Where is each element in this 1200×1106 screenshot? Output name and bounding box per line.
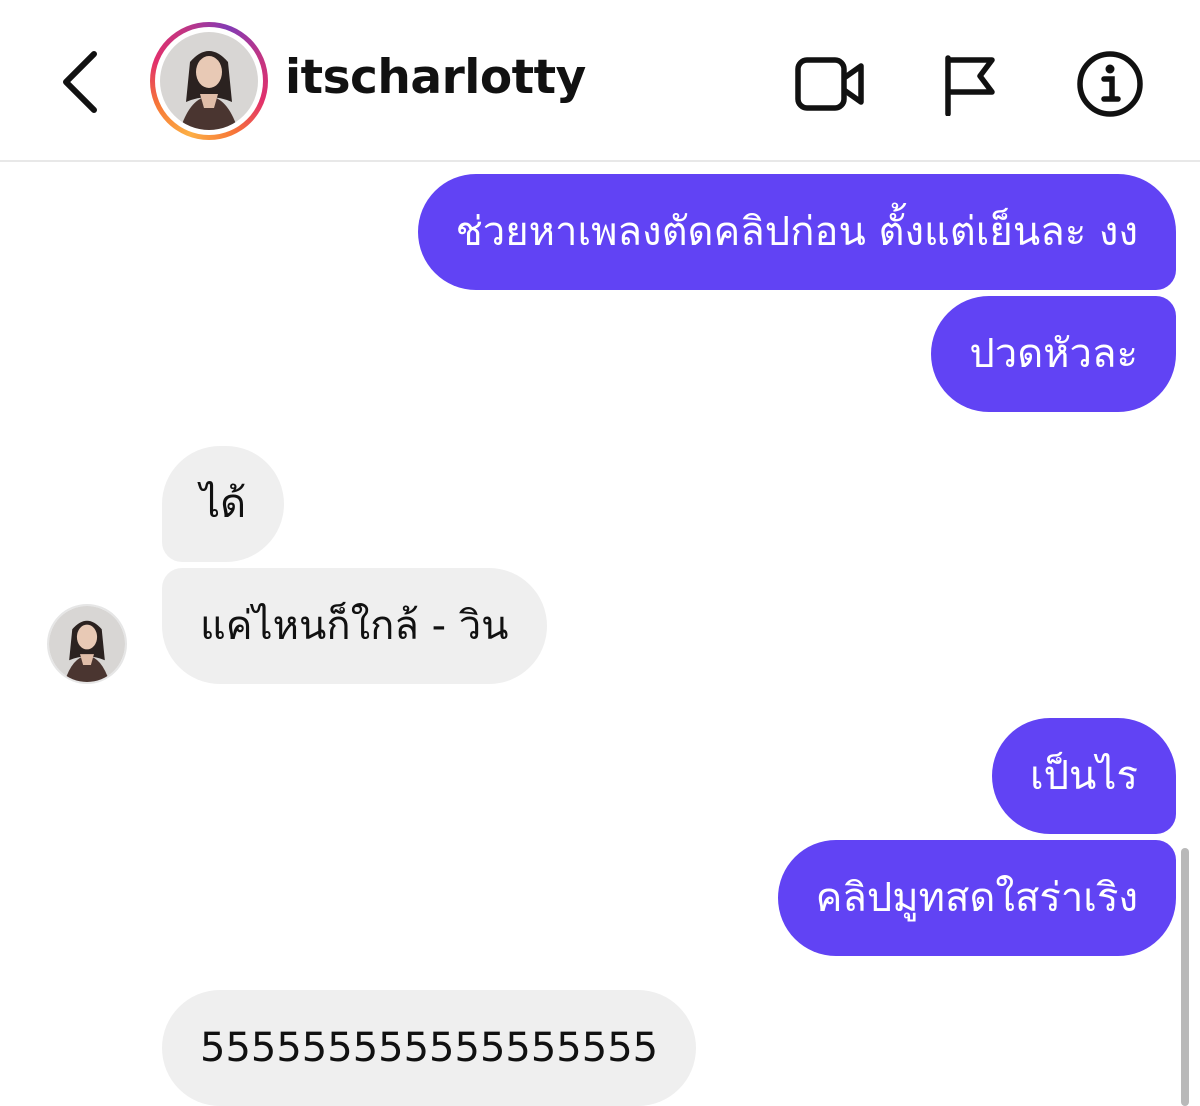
message-thread[interactable]: ช่วยหาเพลงตัดคลิปก่อน ตั้งแต่เย็นละ งง ป…: [0, 164, 1200, 1106]
message-bubble-incoming[interactable]: ได้: [162, 446, 285, 562]
report-button[interactable]: [930, 44, 1010, 124]
chevron-left-icon: [63, 51, 97, 113]
flag-icon: [945, 55, 995, 116]
back-button[interactable]: [50, 44, 110, 120]
video-camera-icon: [795, 57, 864, 111]
info-button[interactable]: [1070, 44, 1150, 124]
scrollbar[interactable]: [1181, 848, 1189, 1106]
username[interactable]: itscharlotty: [285, 50, 586, 105]
message-bubble-outgoing[interactable]: เป็นไร: [991, 718, 1176, 834]
conversation-header: itscharlotty: [0, 0, 1200, 162]
message-bubble-outgoing[interactable]: คลิปมูทสดใสร่าเริง: [777, 840, 1176, 956]
sender-avatar[interactable]: [47, 604, 127, 684]
info-icon: [1077, 51, 1143, 117]
message-bubble-incoming[interactable]: 555555555555555555: [162, 990, 697, 1106]
message-bubble-incoming[interactable]: แค่ไหนก็ใกล้ - วิน: [162, 568, 547, 684]
profile-avatar[interactable]: [150, 22, 268, 140]
message-bubble-outgoing[interactable]: ช่วยหาเพลงตัดคลิปก่อน ตั้งแต่เย็นละ งง: [417, 174, 1176, 290]
video-call-button[interactable]: [790, 44, 870, 124]
avatar-photo: [160, 32, 258, 130]
message-bubble-outgoing[interactable]: ปวดหัวละ: [931, 296, 1176, 412]
